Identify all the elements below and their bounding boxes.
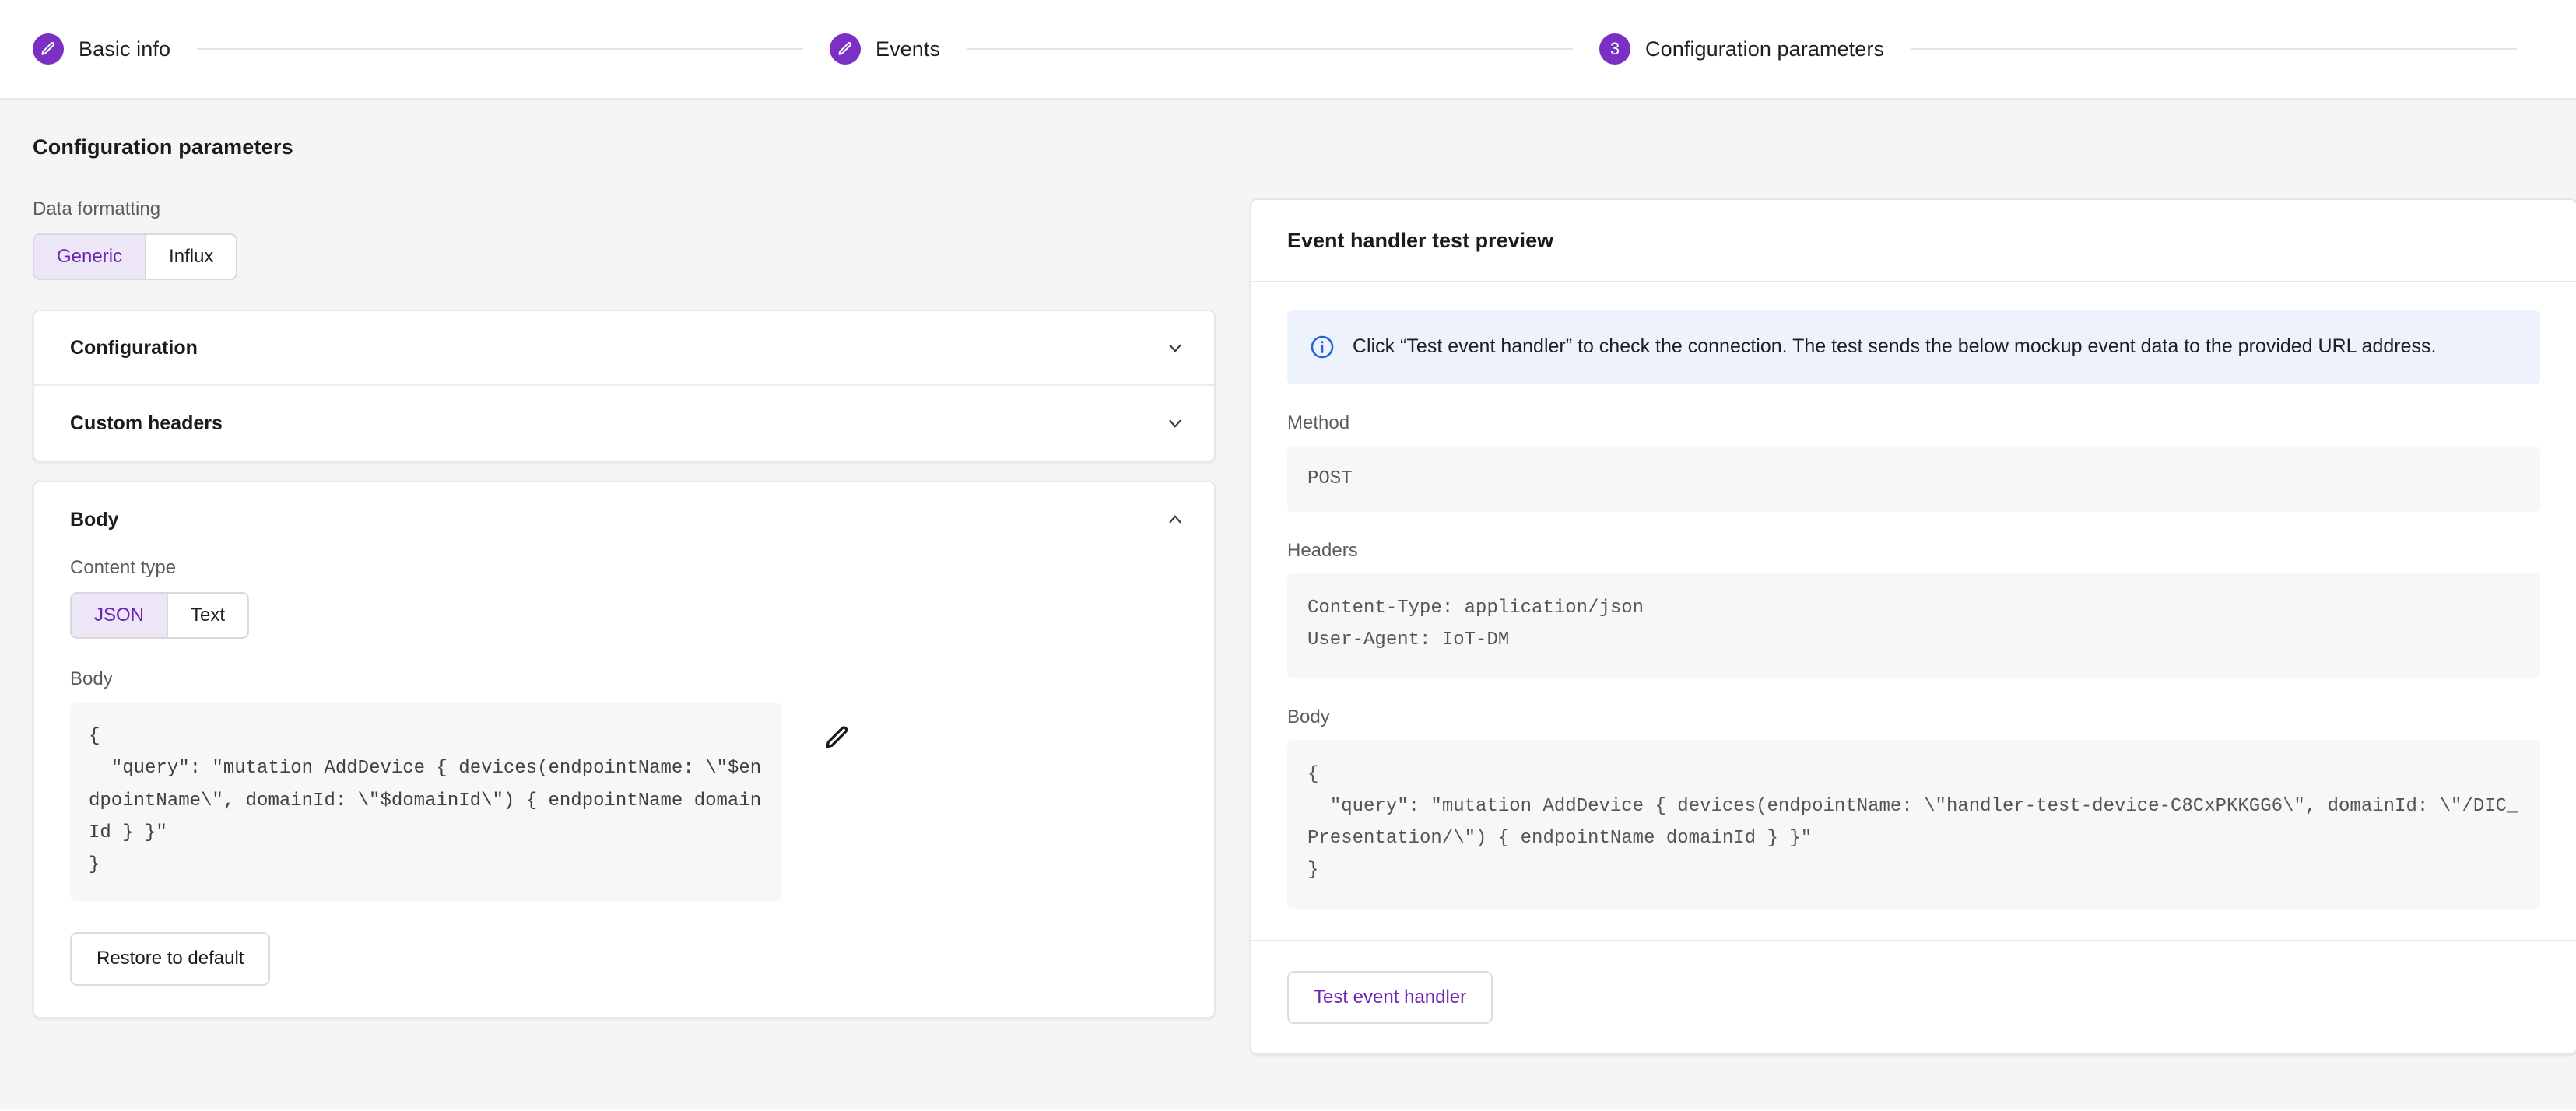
content-type-toggle-group: JSON Text [70,592,250,639]
method-value: POST [1287,445,2540,513]
step-connector-1 [197,48,803,50]
step-number-badge: 3 [1599,33,1631,65]
accordion-configuration-title: Configuration [70,336,198,359]
preview-panel-body: Click “Test event handler” to check the … [1251,282,2576,909]
body-field-row: { "query": "mutation AddDevice { devices… [70,703,1178,902]
accordion-configuration[interactable]: Configuration [34,311,1214,386]
accordion-body-title: Body [70,508,119,531]
preview-body-label: Body [1287,706,1330,727]
wizard-stepper: Basic info Events 3 Configuration parame… [0,0,2576,100]
left-column: Data formatting Generic Influx Configura… [33,198,1216,1019]
step-label-configuration-parameters: Configuration parameters [1645,37,1885,61]
two-column-layout: Data formatting Generic Influx Configura… [33,198,2576,1056]
event-handler-test-preview-panel: Event handler test preview Click “Test e… [1250,198,2576,1056]
accordion-custom-headers[interactable]: Custom headers [34,386,1214,461]
body-code-value: { "query": "mutation AddDevice { devices… [70,703,782,902]
info-banner-text: Click “Test event handler” to check the … [1353,335,2437,357]
method-section: Method POST [1287,412,2540,513]
chevron-down-icon [1165,338,1185,358]
preview-panel-footer: Test event handler [1251,939,2576,1054]
accordion-group: Configuration Custom headers [33,310,1216,462]
content-type-option-text[interactable]: Text [168,594,248,637]
pencil-icon [829,33,861,65]
right-column: Event handler test preview Click “Test e… [1250,198,2576,1056]
step-number: 3 [1609,39,1620,58]
accordion-body-content: Content type JSON Text Body { "query": "… [34,557,1214,987]
preview-panel-header: Event handler test preview [1251,200,2576,282]
step-label-basic-info: Basic info [79,37,171,61]
pencil-icon [33,33,64,65]
method-label: Method [1287,412,1350,433]
chevron-down-icon [1165,413,1185,433]
pencil-icon [823,724,851,755]
data-formatting-option-generic[interactable]: Generic [34,235,147,279]
test-event-handler-button[interactable]: Test event handler [1287,970,1493,1025]
step-configuration-parameters[interactable]: 3 Configuration parameters [1599,33,1884,65]
accordion-body-header[interactable]: Body [34,482,1214,557]
step-basic-info[interactable]: Basic info [33,33,170,65]
step-label-events: Events [875,37,941,61]
page-content: Configuration parameters Data formatting… [0,100,2576,1109]
step-connector-2 [967,48,1574,50]
restore-to-default-button[interactable]: Restore to default [70,932,271,987]
step-events[interactable]: Events [829,33,941,65]
info-icon [1309,334,1335,360]
chevron-up-icon [1165,510,1185,530]
headers-value: Content-Type: application/json User-Agen… [1287,573,2540,678]
content-type-label: Content type [70,557,177,578]
edit-body-button[interactable] [812,714,862,764]
preview-panel-title: Event handler test preview [1287,229,1554,252]
page-title: Configuration parameters [33,135,293,159]
step-connector-3 [1911,48,2517,50]
headers-section: Headers Content-Type: application/json U… [1287,540,2540,678]
preview-body-section: Body { "query": "mutation AddDevice { de… [1287,706,2540,909]
data-formatting-toggle-group: Generic Influx [33,233,238,280]
data-formatting-option-influx[interactable]: Influx [146,235,237,279]
accordion-custom-headers-title: Custom headers [70,412,223,434]
accordion-body: Body Content type JSON Text Body { "quer [33,481,1216,1019]
preview-body-value: { "query": "mutation AddDevice { devices… [1287,739,2540,909]
headers-label: Headers [1287,540,1358,562]
body-field-label: Body [70,668,113,689]
content-type-option-json[interactable]: JSON [72,594,169,637]
info-banner: Click “Test event handler” to check the … [1287,310,2540,384]
data-formatting-label: Data formatting [33,198,161,219]
